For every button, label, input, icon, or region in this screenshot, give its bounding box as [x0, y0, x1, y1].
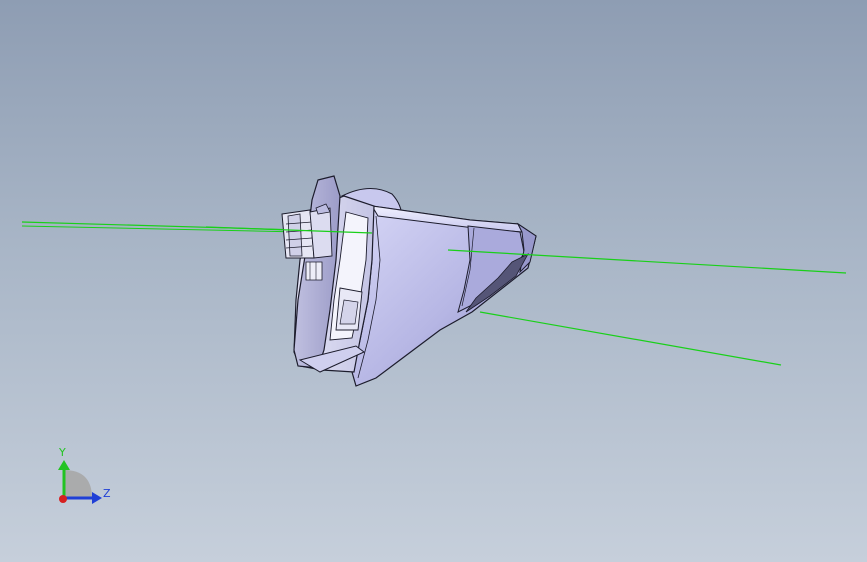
triad-y-label: Y: [58, 446, 66, 459]
cad-3d-viewport[interactable]: Y Z: [0, 0, 867, 562]
cad-model-part[interactable]: [281, 175, 537, 387]
orientation-triad[interactable]: Y Z: [58, 446, 111, 504]
triad-plane-arc: [64, 470, 92, 498]
guide-line-right-lower: [479, 311, 782, 366]
triad-y-arrowhead: [58, 460, 70, 470]
cad-scene[interactable]: Y Z: [0, 0, 867, 562]
triad-z-label: Z: [103, 487, 111, 500]
triad-x-axis-dot: [59, 495, 67, 503]
triad-z-arrowhead: [92, 492, 102, 504]
model-latch: [305, 261, 323, 281]
